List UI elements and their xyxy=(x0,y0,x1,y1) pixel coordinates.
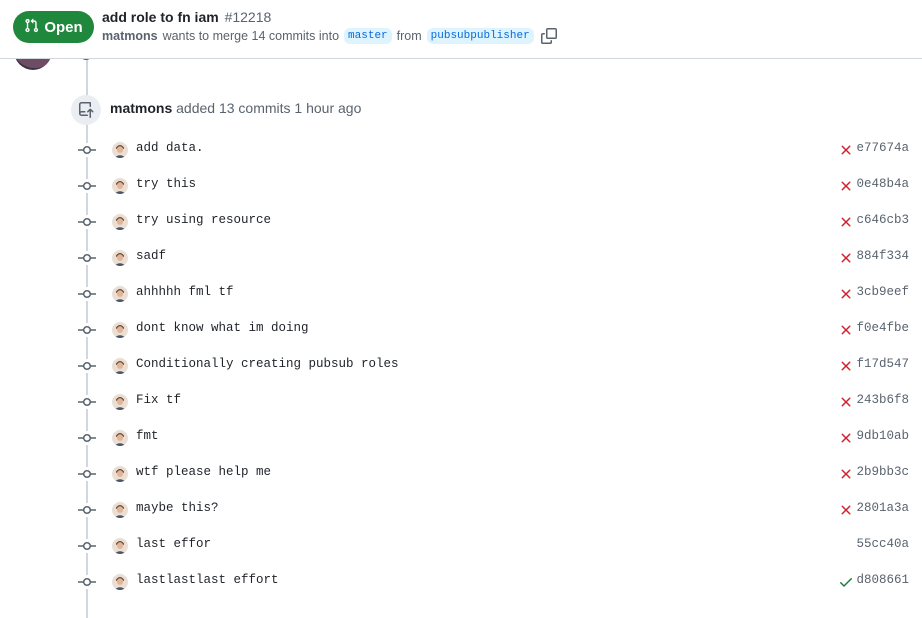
x-icon[interactable] xyxy=(838,430,854,446)
git-commit-icon xyxy=(78,359,96,373)
git-commit-icon xyxy=(78,395,96,409)
commit-sha-link[interactable]: d808661 xyxy=(856,573,909,587)
commit-author-avatar[interactable] xyxy=(112,538,128,554)
commit-message-link[interactable]: add data. xyxy=(136,141,204,155)
commit-message-link[interactable]: try using resource xyxy=(136,213,271,227)
commit-row: sadf 884f334 xyxy=(0,240,922,276)
x-icon[interactable] xyxy=(838,466,854,482)
commit-row: try this 0e48b4a xyxy=(0,168,922,204)
commit-row: add data. e77674a xyxy=(0,132,922,168)
pr-merge-summary: matmons wants to merge 14 commits into m… xyxy=(102,28,557,44)
x-icon[interactable] xyxy=(838,250,854,266)
pr-title[interactable]: add role to fn iam xyxy=(102,9,219,25)
commit-sha-link[interactable]: 2801a3a xyxy=(856,501,909,515)
git-commit-icon xyxy=(78,431,96,445)
commit-sha-link[interactable]: 55cc40a xyxy=(856,537,909,551)
event-author-link[interactable]: matmons xyxy=(110,100,172,116)
x-icon[interactable] xyxy=(838,142,854,158)
commit-message-link[interactable]: ahhhhh fml tf xyxy=(136,285,234,299)
git-commit-icon xyxy=(78,539,96,553)
commit-message-link[interactable]: wtf please help me xyxy=(136,465,271,479)
x-icon[interactable] xyxy=(838,322,854,338)
pr-state-badge: Open xyxy=(13,11,94,43)
x-icon[interactable] xyxy=(838,214,854,230)
git-commit-icon xyxy=(78,575,96,589)
commit-message-link[interactable]: last effor xyxy=(136,537,211,551)
git-pull-request-icon xyxy=(24,18,39,37)
x-icon[interactable] xyxy=(838,286,854,302)
check-icon[interactable] xyxy=(838,574,854,590)
copy-icon[interactable] xyxy=(540,28,557,44)
commit-row: ahhhhh fml tf 3cb9eef xyxy=(0,276,922,312)
x-icon[interactable] xyxy=(838,178,854,194)
from-text: from xyxy=(396,29,422,43)
pr-sticky-header: Open add role to fn iam #12218 matmons w… xyxy=(0,0,922,59)
commit-sha-link[interactable]: f0e4fbe xyxy=(856,321,909,335)
commit-row: dont know what im doing f0e4fbe xyxy=(0,312,922,348)
commit-row: last effor 55cc40a xyxy=(0,528,922,564)
git-commit-icon xyxy=(78,503,96,517)
base-branch[interactable]: master xyxy=(344,28,392,44)
git-commit-icon xyxy=(78,287,96,301)
commit-author-avatar[interactable] xyxy=(112,322,128,338)
commit-sha-link[interactable]: 9db10ab xyxy=(856,429,909,443)
git-commit-icon xyxy=(78,143,96,157)
commit-sha-link[interactable]: 3cb9eef xyxy=(856,285,909,299)
commit-row: try using resource c646cb3 xyxy=(0,204,922,240)
commit-sha-link[interactable]: 243b6f8 xyxy=(856,393,909,407)
commit-author-avatar[interactable] xyxy=(112,214,128,230)
commit-row: Conditionally creating pubsub roles f17d5… xyxy=(0,348,922,384)
commit-message-link[interactable]: sadf xyxy=(136,249,166,263)
commit-message-link[interactable]: dont know what im doing xyxy=(136,321,309,335)
commit-author-avatar[interactable] xyxy=(112,178,128,194)
pr-title-line: add role to fn iam #12218 xyxy=(102,9,271,25)
commit-sha-link[interactable]: c646cb3 xyxy=(856,213,909,227)
commit-author-avatar[interactable] xyxy=(112,502,128,518)
git-commit-icon xyxy=(78,323,96,337)
git-commit-icon xyxy=(78,179,96,193)
commit-message-link[interactable]: Fix tf xyxy=(136,393,181,407)
commit-row: lastlastlast effort d808661 xyxy=(0,564,922,600)
commit-author-avatar[interactable] xyxy=(112,574,128,590)
commit-author-avatar[interactable] xyxy=(112,358,128,374)
merge-text: wants to merge 14 commits into xyxy=(162,29,340,43)
commit-message-link[interactable]: maybe this? xyxy=(136,501,219,515)
commit-author-avatar[interactable] xyxy=(112,430,128,446)
event-description: added 13 commits 1 hour ago xyxy=(176,100,362,116)
head-branch[interactable]: pubsubpublisher xyxy=(426,28,534,44)
commit-sha-link[interactable]: e77674a xyxy=(856,141,909,155)
git-commit-icon xyxy=(78,467,96,481)
commit-sha-link[interactable]: 884f334 xyxy=(856,249,909,263)
commit-row: fmt 9db10ab xyxy=(0,420,922,456)
commit-message-link[interactable]: Conditionally creating pubsub roles xyxy=(136,357,399,371)
commit-author-avatar[interactable] xyxy=(112,466,128,482)
commit-sha-link[interactable]: 2b9bb3c xyxy=(856,465,909,479)
x-icon[interactable] xyxy=(838,502,854,518)
git-commit-icon xyxy=(78,251,96,265)
commit-row: maybe this? 2801a3a xyxy=(0,492,922,528)
pr-state-label: Open xyxy=(44,18,83,36)
x-icon[interactable] xyxy=(838,394,854,410)
x-icon[interactable] xyxy=(838,358,854,374)
pr-author-link[interactable]: matmons xyxy=(102,29,158,43)
commit-row: wtf please help me 2b9bb3c xyxy=(0,456,922,492)
commit-author-avatar[interactable] xyxy=(112,394,128,410)
commits-event-text: matmons added 13 commits 1 hour ago xyxy=(110,100,361,116)
commit-message-link[interactable]: lastlastlast effort xyxy=(136,573,279,587)
commit-sha-link[interactable]: 0e48b4a xyxy=(856,177,909,191)
commit-message-link[interactable]: fmt xyxy=(136,429,159,443)
pr-number: #12218 xyxy=(224,9,272,25)
repo-push-icon xyxy=(71,95,101,125)
commit-author-avatar[interactable] xyxy=(112,142,128,158)
commit-message-link[interactable]: try this xyxy=(136,177,196,191)
commit-author-avatar[interactable] xyxy=(112,250,128,266)
commit-author-avatar[interactable] xyxy=(112,286,128,302)
git-commit-icon xyxy=(78,215,96,229)
commit-sha-link[interactable]: f17d547 xyxy=(856,357,909,371)
commit-row: Fix tf 243b6f8 xyxy=(0,384,922,420)
